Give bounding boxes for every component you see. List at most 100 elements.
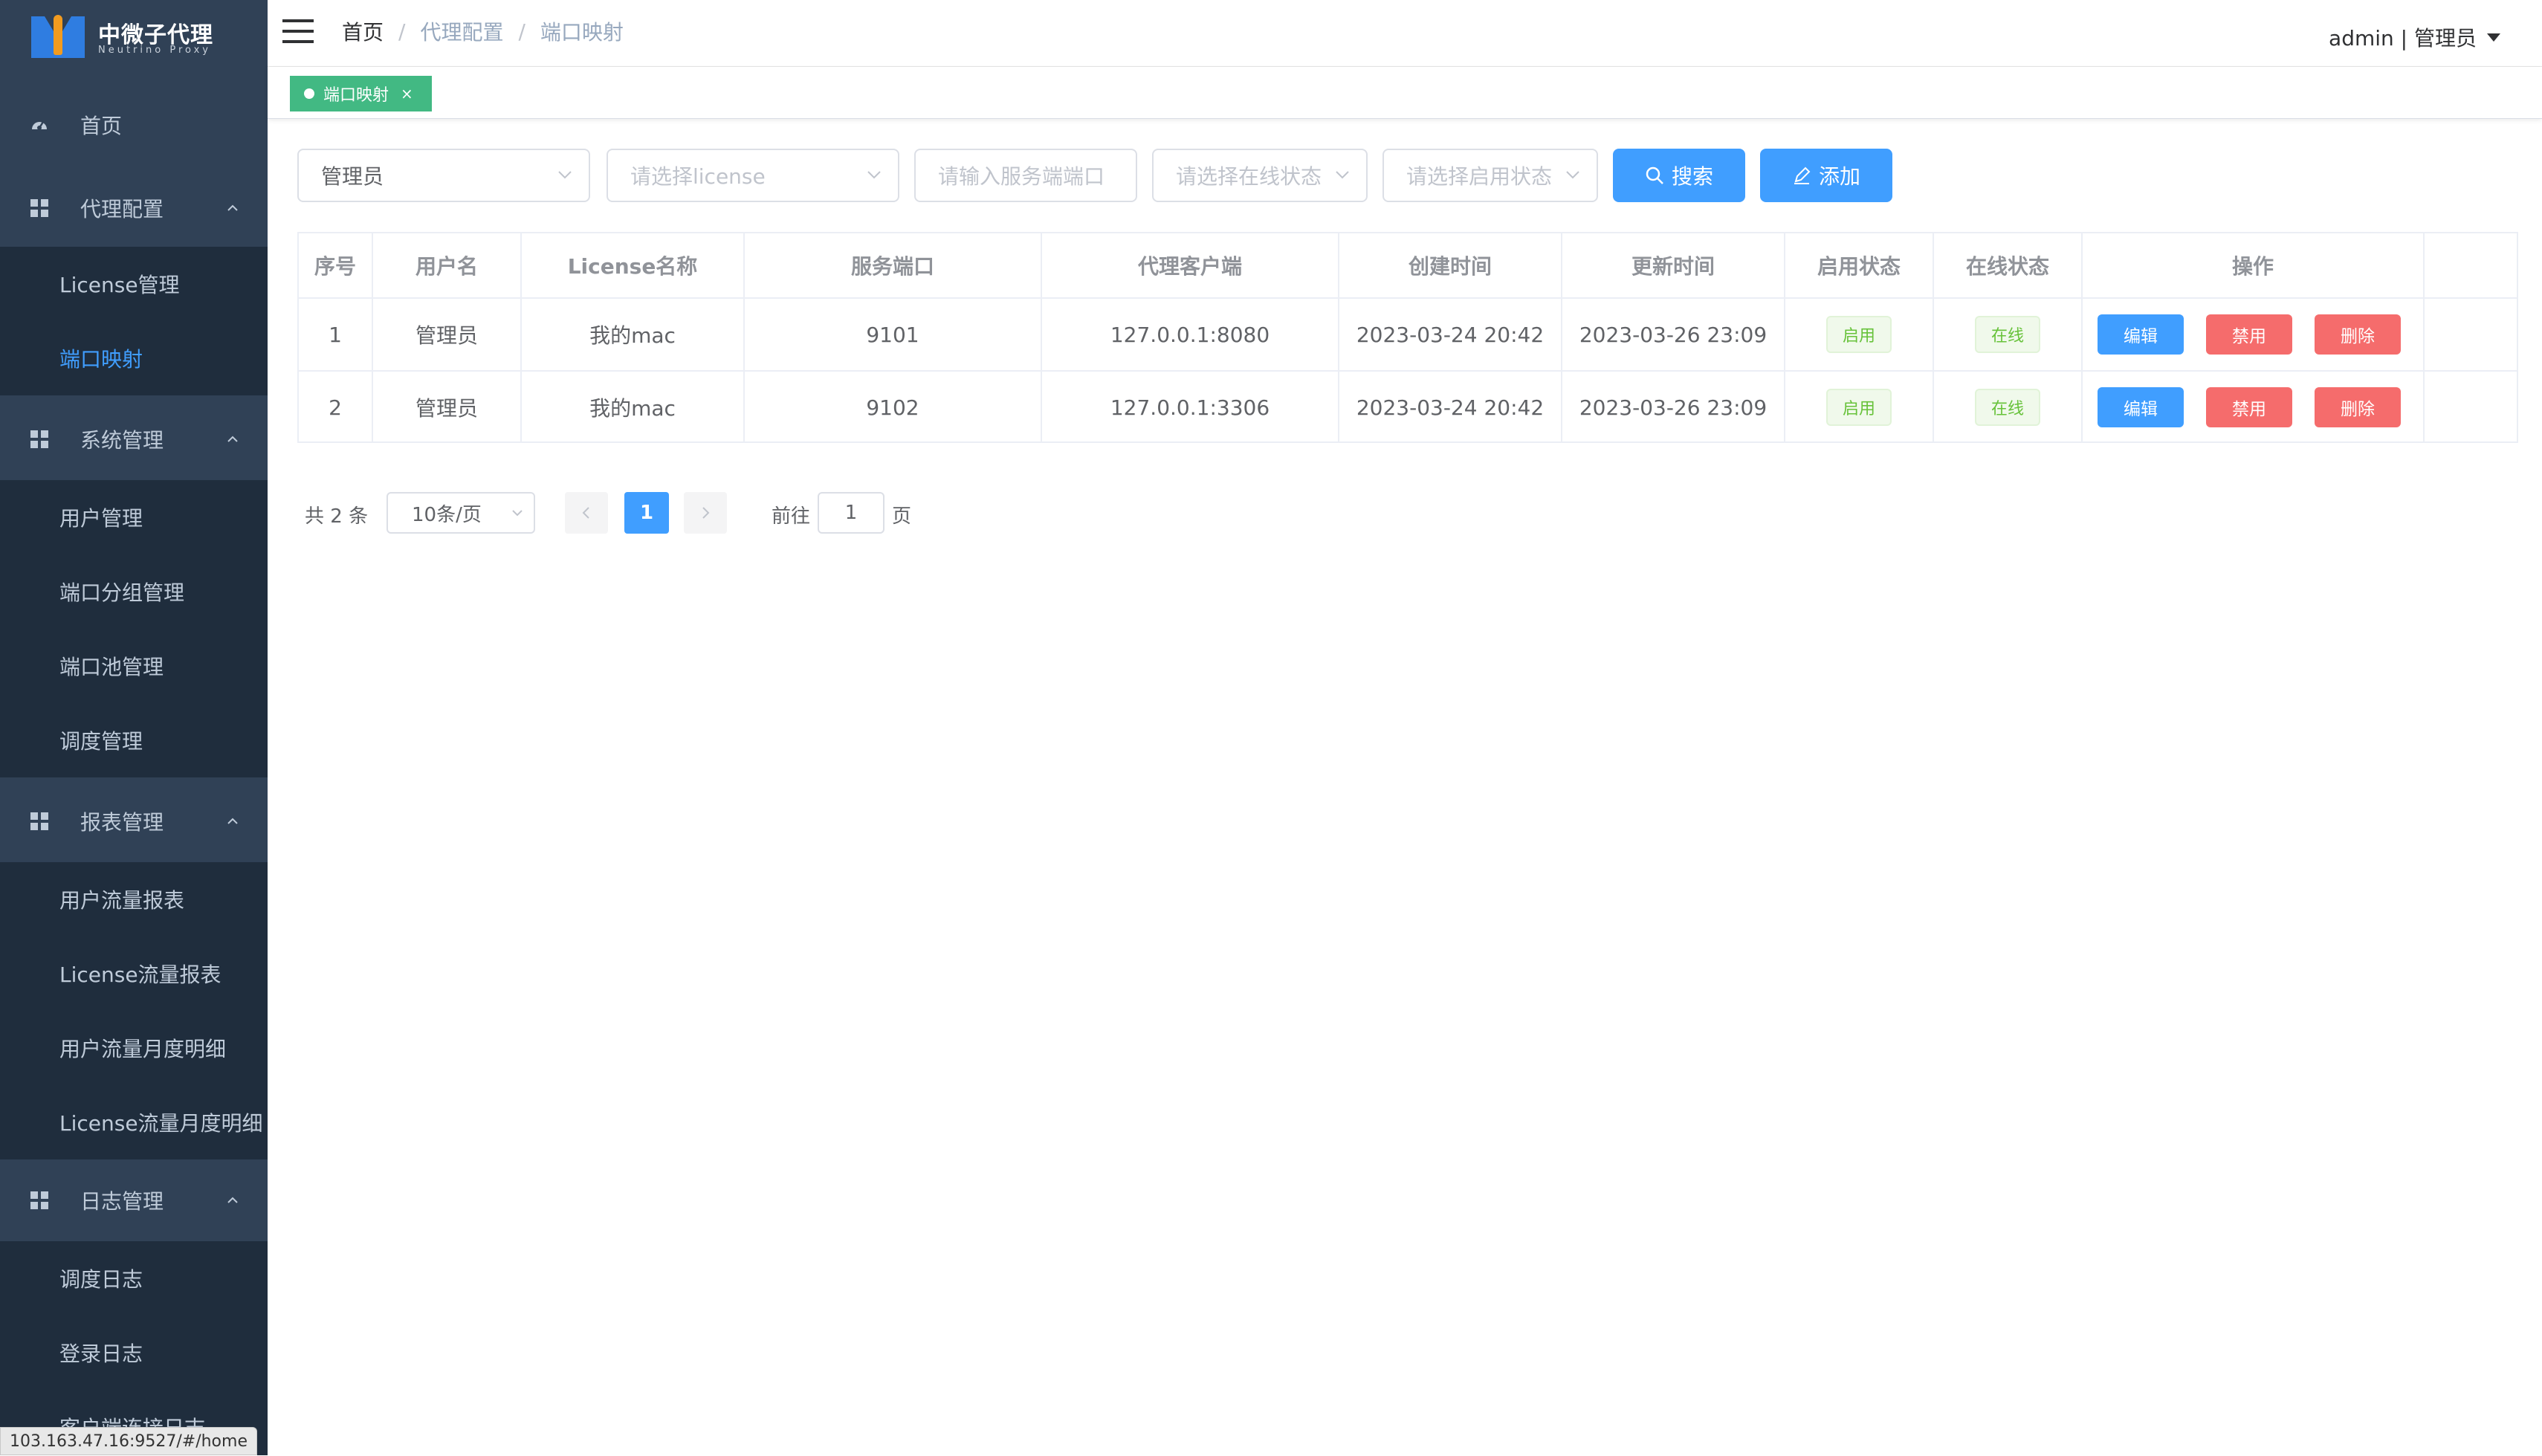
hamburger-icon[interactable] [282, 18, 314, 45]
cell-client: 127.0.0.1:8080 [1042, 299, 1339, 370]
chevron-down-icon [558, 171, 572, 179]
sidebar-item-schedule[interactable]: 调度管理 [0, 703, 268, 777]
sidebar-item-label: 用户流量报表 [59, 888, 185, 913]
pagination-total: 共 2 条 [305, 505, 369, 528]
enable-status-placeholder: 请选择启用状态 [1406, 164, 1553, 189]
disable-button[interactable]: 禁用 [2206, 387, 2292, 427]
menu-group-proxy-config[interactable]: 代理配置 [0, 169, 268, 247]
page-size-select[interactable]: 10条/页 [387, 492, 535, 534]
sidebar-item-license-monthly[interactable]: License流量月度明细 [0, 1085, 268, 1159]
neutrino-logo-icon [31, 15, 85, 58]
sidebar-item-license-traffic[interactable]: License流量报表 [0, 936, 268, 1011]
column-header: 用户名 [373, 233, 522, 297]
navbar: 首页 / 代理配置 / 端口映射 admin | 管理员 [268, 0, 2542, 67]
column-header: 在线状态 [1934, 233, 2083, 297]
user-name: admin | 管理员 [2329, 26, 2477, 51]
menu-group-reports[interactable]: 报表管理 [0, 780, 268, 862]
cell-online: 在线 [1934, 372, 2083, 443]
chevron-up-icon [227, 1197, 238, 1203]
sidebar-item-label: License管理 [59, 273, 180, 297]
cell-updated: 2023-03-26 23:09 [1562, 372, 1785, 443]
edit-icon [1794, 166, 1811, 184]
license-select[interactable]: 请选择license [607, 149, 899, 202]
prev-page-button[interactable] [565, 492, 608, 534]
menu-group-label: 系统管理 [80, 428, 164, 453]
sidebar-item-user-traffic[interactable]: 用户流量报表 [0, 862, 268, 936]
breadcrumb-proxy-config: 代理配置 [420, 20, 504, 45]
table-row: 1 管理员 我的mac 9101 127.0.0.1:8080 2023-03-… [299, 299, 2517, 372]
breadcrumb-home[interactable]: 首页 [342, 16, 384, 46]
cell-created: 2023-03-24 20:42 [1339, 299, 1562, 370]
delete-button[interactable]: 删除 [2315, 387, 2401, 427]
tab-port-mapping[interactable]: 端口映射 × [290, 76, 432, 111]
submenu-logs: 调度日志 登录日志 客户端连接日志 [0, 1241, 268, 1455]
grid-icon [30, 199, 48, 217]
sidebar-item-login-log[interactable]: 登录日志 [0, 1316, 268, 1390]
column-header: 启用状态 [1785, 233, 1934, 297]
sidebar-item-label: License流量月度明细 [59, 1111, 263, 1136]
search-icon [1646, 166, 1663, 184]
sidebar-item-label: 登录日志 [59, 1342, 143, 1366]
enabled-status-badge: 启用 [1825, 316, 1892, 353]
search-button-label: 搜索 [1671, 164, 1713, 189]
online-status-badge: 在线 [1974, 316, 2040, 353]
logo[interactable]: 中微子代理 Neutrino Proxy [0, 0, 268, 74]
server-port-input[interactable]: 请输入服务端端口 [914, 149, 1137, 202]
cell-created: 2023-03-24 20:42 [1339, 372, 1562, 443]
sidebar-item-port-groups[interactable]: 端口分组管理 [0, 554, 268, 629]
cell-license: 我的mac [522, 299, 745, 370]
online-status-select[interactable]: 请选择在线状态 [1152, 149, 1368, 202]
sidebar-item-schedule-log[interactable]: 调度日志 [0, 1241, 268, 1316]
submenu-system: 用户管理 端口分组管理 端口池管理 调度管理 [0, 480, 268, 777]
sidebar-item-label: 首页 [80, 114, 123, 138]
online-status-badge: 在线 [1974, 389, 2040, 426]
sidebar-item-home[interactable]: 首页 [0, 88, 268, 162]
column-header: 操作 [2083, 233, 2425, 297]
sidebar-item-license[interactable]: License管理 [0, 247, 268, 321]
sidebar-item-port-pool[interactable]: 端口池管理 [0, 629, 268, 703]
cell-port: 9102 [745, 372, 1042, 443]
cell-port: 9101 [745, 299, 1042, 370]
goto-label: 前往 [772, 505, 811, 528]
cell-online: 在线 [1934, 299, 2083, 370]
search-button[interactable]: 搜索 [1613, 149, 1745, 202]
server-port-placeholder: 请输入服务端端口 [938, 164, 1105, 189]
menu-group-system[interactable]: 系统管理 [0, 398, 268, 480]
cell-client: 127.0.0.1:3306 [1042, 372, 1339, 443]
disable-button[interactable]: 禁用 [2206, 314, 2292, 355]
submenu-reports: 用户流量报表 License流量报表 用户流量月度明细 License流量月度明… [0, 862, 268, 1159]
sidebar-item-label: 用户流量月度明细 [59, 1037, 227, 1061]
edit-button[interactable]: 编辑 [2098, 314, 2184, 355]
menu-group-label: 代理配置 [80, 197, 164, 221]
menu-group-label: 报表管理 [80, 810, 164, 835]
tag-label: 端口映射 [323, 86, 389, 105]
next-page-button[interactable] [684, 492, 727, 534]
menu-group-logs[interactable]: 日志管理 [0, 1159, 268, 1241]
active-dot-icon [304, 88, 314, 99]
edit-button[interactable]: 编辑 [2098, 387, 2184, 427]
menu-group-label: 日志管理 [80, 1189, 164, 1214]
sidebar-item-user-monthly[interactable]: 用户流量月度明细 [0, 1011, 268, 1085]
page-number-button[interactable]: 1 [624, 492, 669, 534]
user-select[interactable]: 管理员 [297, 149, 590, 202]
chevron-left-icon [582, 507, 589, 519]
sidebar-item-users[interactable]: 用户管理 [0, 480, 268, 554]
breadcrumb-separator: / [518, 19, 525, 44]
enable-status-select[interactable]: 请选择启用状态 [1382, 149, 1598, 202]
column-header: License名称 [522, 233, 745, 297]
sidebar-item-port-mapping[interactable]: 端口映射 [0, 321, 268, 395]
cell-enabled: 启用 [1785, 299, 1934, 370]
chevron-up-icon [227, 436, 238, 442]
delete-button[interactable]: 删除 [2315, 314, 2401, 355]
cell-user: 管理员 [373, 372, 522, 443]
column-header: 创建时间 [1339, 233, 1562, 297]
add-button[interactable]: 添加 [1760, 149, 1892, 202]
chevron-down-icon [512, 510, 523, 517]
cell-index: 2 [299, 372, 373, 443]
submenu-proxy-config: License管理 端口映射 [0, 247, 268, 395]
goto-page-input[interactable]: 1 [818, 492, 884, 534]
port-mapping-table: 序号 用户名 License名称 服务端口 代理客户端 创建时间 更新时间 启用… [297, 232, 2518, 443]
column-header: 代理客户端 [1042, 233, 1339, 297]
close-icon[interactable]: × [401, 85, 413, 103]
user-menu[interactable]: admin | 管理员 [2329, 22, 2500, 52]
